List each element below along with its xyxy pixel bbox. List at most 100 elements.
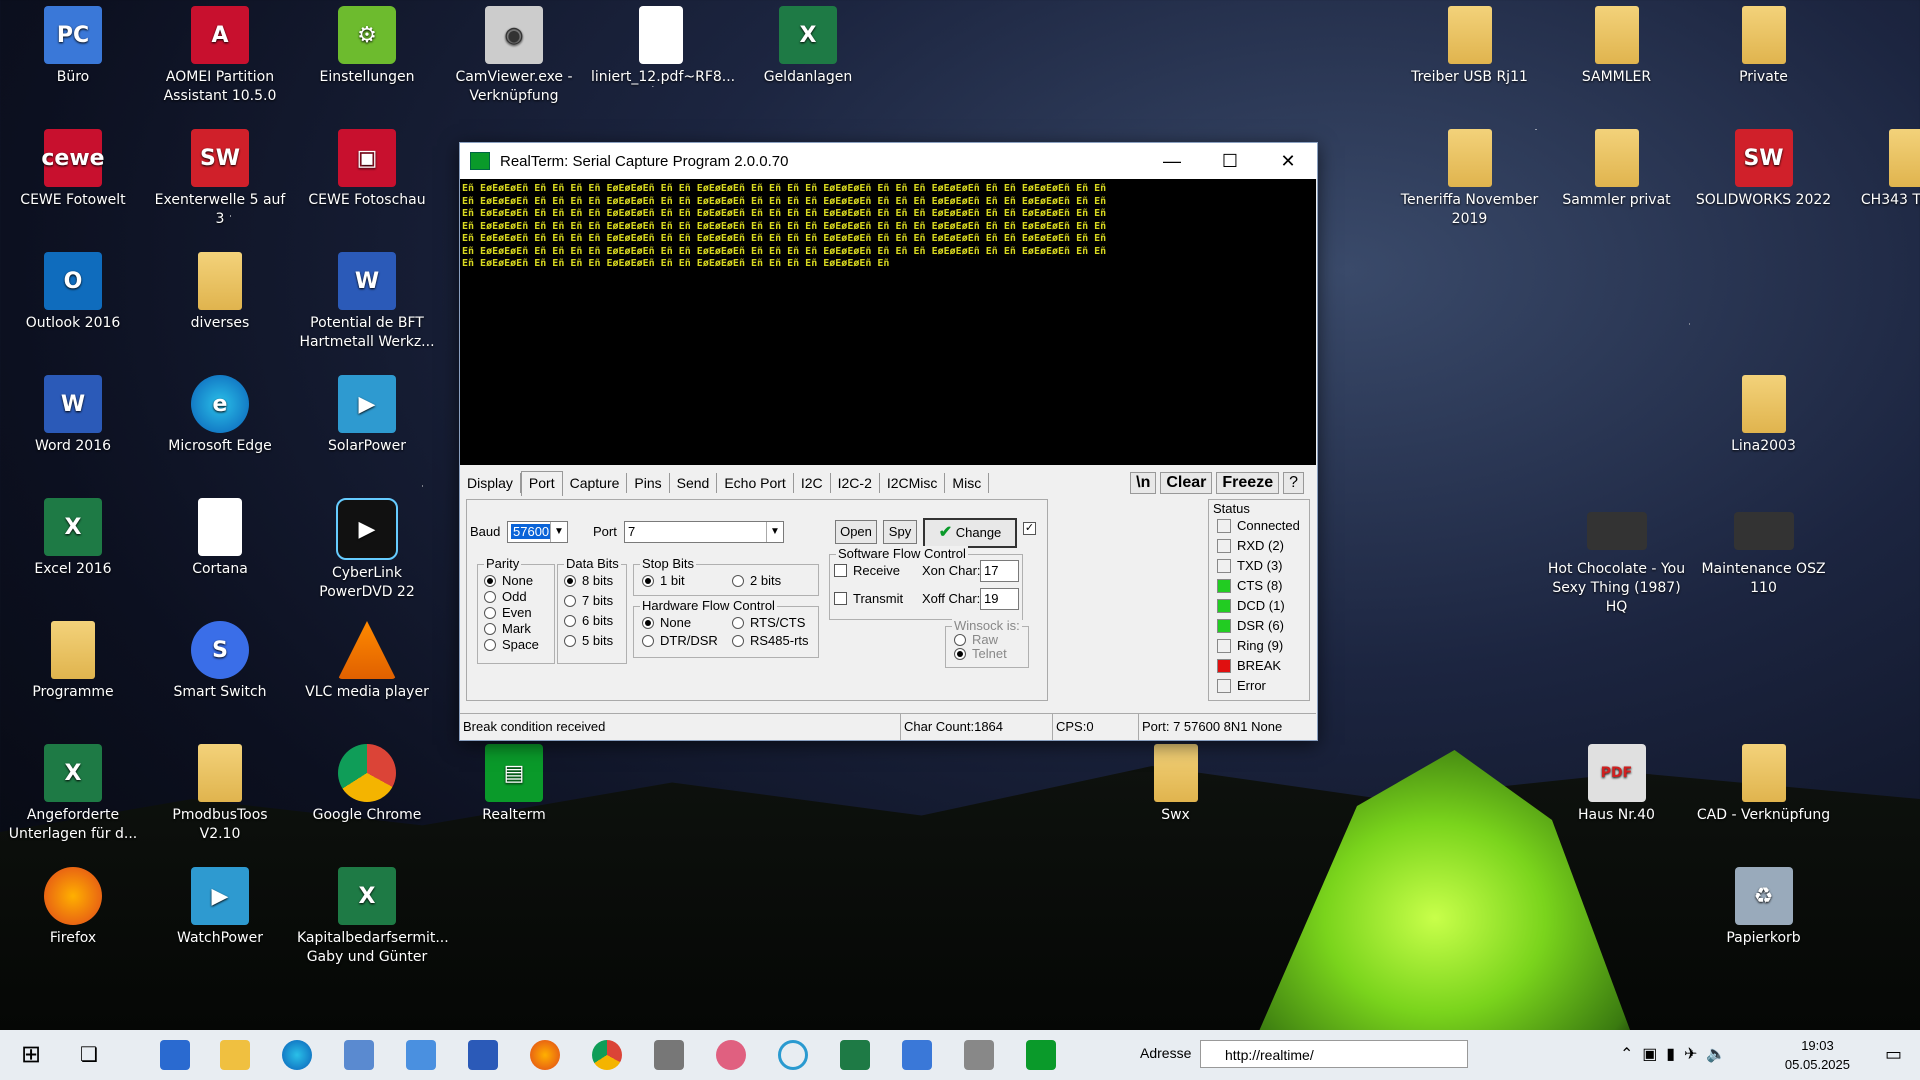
parity-option[interactable]: Even (484, 605, 532, 620)
databits-option[interactable]: 8 bits (564, 573, 613, 588)
freeze-button[interactable]: Freeze (1216, 472, 1280, 494)
firefox-icon[interactable] (530, 1040, 560, 1070)
close-button[interactable]: ✕ (1259, 151, 1317, 172)
desktop-icon[interactable]: A AOMEI Partition Assistant 10.5.0 (150, 6, 290, 106)
hwflow-option[interactable]: RTS/CTS (732, 615, 805, 630)
port-select[interactable]: 7 ▼ (624, 521, 784, 543)
radio-button[interactable] (642, 574, 654, 587)
desktop-icon[interactable]: Cortana (150, 498, 290, 579)
clock[interactable]: 19:03 05.05.2025 (1785, 1036, 1850, 1074)
desktop-icon[interactable]: ◉ CamViewer.exe - Verknüpfung (444, 6, 584, 106)
word-icon[interactable] (468, 1040, 498, 1070)
address-input[interactable]: http://realtime/ (1200, 1040, 1468, 1068)
app-icon[interactable] (964, 1040, 994, 1070)
desktop-icon[interactable]: Google Chrome (297, 744, 437, 825)
cortana-icon[interactable] (778, 1040, 808, 1070)
desktop-icon[interactable]: Sammler privat (1547, 129, 1687, 210)
stopbits-option[interactable]: 2 bits (732, 573, 781, 588)
chevron-down-icon[interactable]: ▼ (550, 522, 567, 542)
xon-input[interactable]: 17 (980, 560, 1019, 582)
desktop-icon[interactable]: ▶ WatchPower (150, 867, 290, 948)
receive-checkbox[interactable] (834, 564, 847, 577)
notifications-icon[interactable]: ▭ (1885, 1044, 1902, 1065)
parity-option[interactable]: Odd (484, 589, 527, 604)
tab-pins[interactable]: Pins (627, 473, 670, 493)
desktop-icon[interactable]: W Word 2016 (3, 375, 143, 456)
desktop-icon[interactable]: Hot Chocolate - You Sexy Thing (1987) HQ (1547, 498, 1687, 617)
task-view-icon[interactable]: ❏ (74, 1040, 104, 1070)
change-button[interactable]: ✔ Change (923, 518, 1017, 548)
hwflow-option[interactable]: DTR/DSR (642, 633, 718, 648)
desktop-icon[interactable]: W Potential de BFT Hartmetall Werkz... (297, 252, 437, 352)
open-button[interactable]: Open (835, 520, 877, 544)
desktop-icon[interactable]: ▤ Realterm (444, 744, 584, 825)
radio-button[interactable] (642, 634, 654, 647)
desktop-icon[interactable]: Maintenance OSZ 110 (1694, 498, 1834, 598)
databits-option[interactable]: 6 bits (564, 613, 613, 628)
desktop-icon[interactable]: X Kapitalbedarfsermit... Gaby und Günter (297, 867, 449, 967)
stopbits-option[interactable]: 1 bit (642, 573, 685, 588)
databits-option[interactable]: 7 bits (564, 593, 613, 608)
desktop-icon[interactable]: ♻ Papierkorb (1694, 867, 1834, 948)
receive-option[interactable]: Receive (834, 563, 900, 578)
transmit-option[interactable]: Transmit (834, 591, 903, 606)
xoff-input[interactable]: 19 (980, 588, 1019, 610)
desktop-icon[interactable]: Private (1694, 6, 1834, 87)
desktop-icon[interactable]: SAMMLER (1547, 6, 1687, 87)
desktop-icon[interactable]: CH343 Treiber (1841, 129, 1920, 210)
snipping-icon[interactable] (716, 1040, 746, 1070)
tab-i2c-2[interactable]: I2C-2 (831, 473, 880, 493)
desktop-icon[interactable]: VLC media player (297, 621, 437, 702)
chevron-down-icon[interactable]: ▼ (766, 522, 783, 542)
tab-display[interactable]: Display (460, 473, 521, 493)
hwflow-option[interactable]: None (642, 615, 691, 630)
desktop-icon[interactable]: ▶ SolarPower (297, 375, 437, 456)
desktop-icon[interactable]: X Geldanlagen (738, 6, 878, 87)
desktop-icon[interactable]: SW Exenterwelle 5 auf 3 (150, 129, 290, 229)
parity-option[interactable]: None (484, 573, 533, 588)
newline-button[interactable]: \n (1130, 472, 1157, 494)
desktop-icon[interactable]: CAD - Verknüpfung (1694, 744, 1834, 825)
tab-i2c[interactable]: I2C (794, 473, 831, 493)
desktop-icon[interactable]: O Outlook 2016 (3, 252, 143, 333)
store-icon[interactable] (160, 1040, 190, 1070)
pc-icon[interactable] (344, 1040, 374, 1070)
title-bar[interactable]: RealTerm: Serial Capture Program 2.0.0.7… (460, 143, 1317, 179)
tab-echo-port[interactable]: Echo Port (717, 473, 794, 493)
desktop-icon[interactable]: e Microsoft Edge (150, 375, 290, 456)
radio-button[interactable] (564, 574, 576, 587)
realterm-taskbar-icon[interactable] (1026, 1040, 1056, 1070)
minimize-button[interactable]: — (1143, 151, 1201, 172)
radio-button[interactable] (732, 616, 744, 629)
change-checkbox[interactable]: ✓ (1023, 522, 1036, 535)
excel-icon[interactable] (840, 1040, 870, 1070)
tab-port[interactable]: Port (520, 470, 563, 496)
network-icon[interactable] (406, 1040, 436, 1070)
radio-button[interactable] (642, 616, 654, 629)
desktop-icon[interactable]: Teneriffa November 2019 (1400, 129, 1540, 229)
help-button[interactable]: ? (1283, 472, 1304, 494)
hwflow-option[interactable]: RS485-rts (732, 633, 809, 648)
desktop-icon[interactable]: S Smart Switch (150, 621, 290, 702)
radio-button[interactable] (484, 638, 496, 651)
desktop-icon[interactable]: SW SOLIDWORKS 2022 (1694, 129, 1834, 210)
terminal-display[interactable]: Eñ EøEøEøEñ Eñ Eñ Eñ Eñ EøEøEøEñ Eñ Eñ E… (460, 179, 1316, 465)
chrome-icon[interactable] (592, 1040, 622, 1070)
radio-button[interactable] (732, 574, 744, 587)
parity-option[interactable]: Space (484, 637, 539, 652)
desktop-icon[interactable]: X Excel 2016 (3, 498, 143, 579)
desktop-icon[interactable]: X Angeforderte Unterlagen für d... (3, 744, 143, 844)
maximize-button[interactable]: ☐ (1201, 151, 1259, 172)
tab-send[interactable]: Send (670, 473, 718, 493)
radio-button[interactable] (954, 633, 966, 646)
desktop-icon[interactable]: Swx (1106, 744, 1246, 825)
transmit-checkbox[interactable] (834, 592, 847, 605)
databits-option[interactable]: 5 bits (564, 633, 613, 648)
winsock-option[interactable]: Raw (954, 632, 998, 647)
desktop-icon[interactable]: liniert_12.pdf~RF8... (591, 6, 735, 87)
parity-option[interactable]: Mark (484, 621, 531, 636)
desktop-icon[interactable]: PC Büro (3, 6, 143, 87)
remote-icon[interactable] (902, 1040, 932, 1070)
radio-button[interactable] (564, 634, 576, 647)
tray-icons[interactable]: ⌃ ▣ ▮ ✈ 🔈 (1620, 1044, 1726, 1064)
